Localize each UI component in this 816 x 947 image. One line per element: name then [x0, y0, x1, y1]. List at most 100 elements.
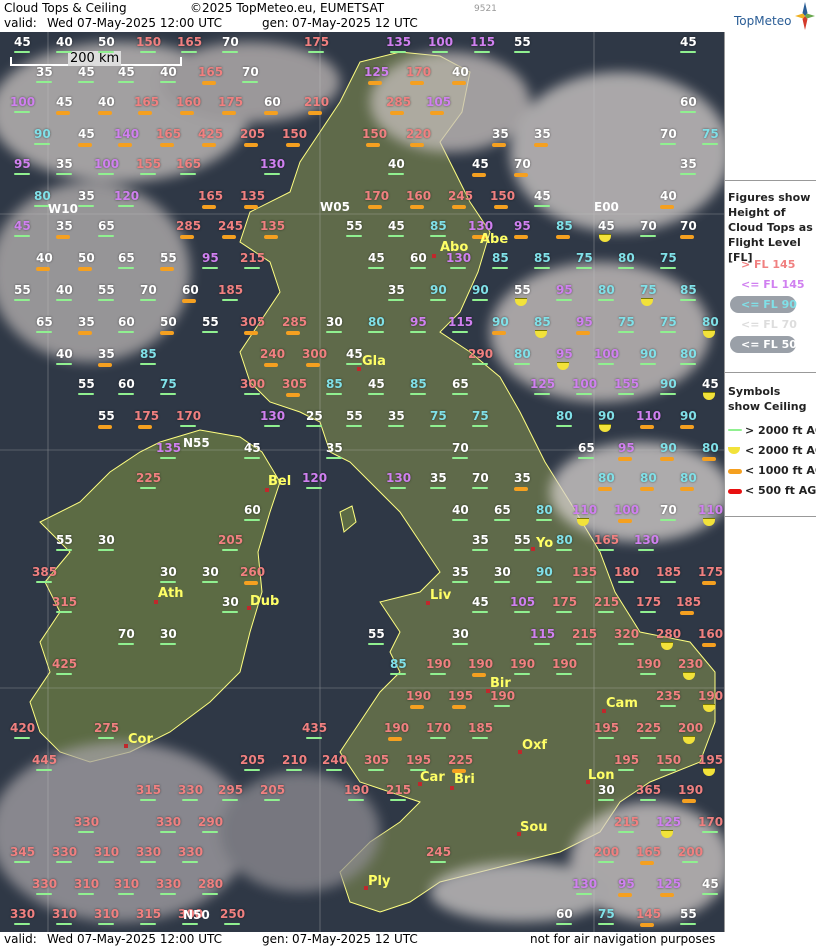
legend-symbol-swatch: [728, 447, 740, 454]
cloud-top-label: 190: [698, 689, 724, 703]
cloud-top-label: 40: [98, 95, 115, 109]
ceiling-symbol-over-2000: [98, 299, 114, 301]
ceiling-symbol-over-2000: [326, 331, 342, 333]
cloud-top-label: 55: [368, 627, 385, 641]
cloud-top-label: 110: [698, 503, 724, 517]
ceiling-symbol-over-2000: [598, 799, 614, 801]
cloud-top-label: 145: [636, 907, 662, 921]
cloud-top-label: 75: [472, 409, 489, 423]
cloud-top-label: 100: [94, 157, 120, 171]
header-bar: Cloud Tops & Ceiling ©2025 TopMeteo.eu, …: [0, 0, 724, 32]
city-label[interactable]: Bri: [454, 772, 475, 787]
ceiling-symbol-under-1000: [365, 143, 380, 147]
cloud-top-label: 75: [598, 907, 615, 921]
cloud-top-label: 35: [452, 565, 469, 579]
ceiling-symbol-over-2000: [473, 51, 490, 53]
ceiling-symbol-over-2000: [617, 581, 634, 583]
ceiling-symbol-over-2000: [55, 673, 72, 675]
city-label[interactable]: Cor: [128, 732, 153, 747]
city-label[interactable]: Gla: [362, 354, 386, 369]
city-label[interactable]: Ply: [368, 874, 390, 889]
ceiling-symbol-over-2000: [35, 769, 52, 771]
city-label[interactable]: Bir: [490, 676, 511, 691]
cloud-top-label: 95: [514, 219, 531, 233]
cloud-top-label: 330: [136, 845, 162, 859]
ceiling-symbol-under-1000: [263, 363, 278, 367]
city-label[interactable]: Dub: [250, 594, 279, 609]
cloud-top-label: 65: [494, 503, 511, 517]
cloud-top-label: 245: [448, 189, 474, 203]
cloud-top-label: 200: [594, 845, 620, 859]
ceiling-symbol-over-2000: [660, 331, 676, 333]
cloud-top-label: 40: [452, 503, 469, 517]
cloud-top-label: 330: [156, 815, 182, 829]
cloud-top-label: 80: [680, 471, 697, 485]
ceiling-symbol-over-2000: [367, 769, 384, 771]
ceiling-symbol-over-2000: [701, 831, 718, 833]
cloud-top-label: 165: [156, 127, 182, 141]
satellite-map[interactable]: 200 km 45 40 50 150 165 70 175 135 100 115 55 45 35 4…: [0, 32, 724, 932]
ceiling-symbol-over-2000: [346, 235, 362, 237]
cloud-top-label: 110: [572, 503, 598, 517]
cloud-top-label: 85: [410, 377, 427, 391]
city-label[interactable]: Cam: [606, 696, 638, 711]
cloud-top-label: 260: [240, 565, 266, 579]
city-label[interactable]: Oxf: [522, 738, 547, 753]
city-label[interactable]: Abo: [440, 240, 468, 255]
ceiling-symbol-over-2000: [597, 549, 614, 551]
ceiling-symbol-over-2000: [660, 393, 676, 395]
ceiling-symbol-under-1000: [639, 861, 654, 865]
ceiling-symbol-over-2000: [451, 331, 468, 333]
ceiling-symbol-over-2000: [555, 673, 572, 675]
ceiling-symbol-over-2000: [597, 611, 614, 613]
city-label[interactable]: Liv: [430, 588, 451, 603]
cloud-top-label: 210: [282, 753, 308, 767]
cloud-top-label: 120: [114, 189, 140, 203]
cloud-top-label: 70: [660, 127, 677, 141]
cloud-top-label: 30: [160, 627, 177, 641]
cloud-top-label: 105: [510, 595, 536, 609]
cloud-top-label: 90: [430, 283, 447, 297]
ceiling-symbol-over-2000: [56, 549, 72, 551]
cloud-top-label: 190: [678, 783, 704, 797]
cloud-top-label: 55: [514, 533, 531, 547]
ceiling-symbol-under-1000: [681, 799, 696, 803]
city-label[interactable]: Yo: [536, 536, 553, 551]
cloud-top-label: 85: [680, 283, 697, 297]
cloud-top-label: 55: [514, 283, 531, 297]
ceiling-symbol-over-2000: [159, 893, 176, 895]
ceiling-symbol-over-2000: [514, 51, 530, 53]
valid-label: valid:: [4, 16, 37, 30]
ceiling-symbol-under-1000: [307, 111, 322, 115]
ceiling-symbol-over-2000: [513, 673, 530, 675]
cloud-top-label: 235: [656, 689, 682, 703]
ceiling-symbol-under-1000: [159, 143, 174, 147]
cloud-top-label: 35: [78, 189, 95, 203]
city-label[interactable]: Abe: [480, 232, 508, 247]
city-label[interactable]: Lon: [588, 768, 614, 783]
ceiling-symbol-over-2000: [388, 235, 404, 237]
cloud-top-label: 155: [136, 157, 162, 171]
cloud-top-label: 230: [678, 657, 704, 671]
cloud-top-label: 215: [594, 595, 620, 609]
city-label[interactable]: Bel: [268, 474, 291, 489]
cloud-top-label: 70: [242, 65, 259, 79]
city-label[interactable]: Sou: [520, 820, 548, 835]
city-label[interactable]: Ath: [158, 586, 184, 601]
cloud-top-label: 135: [386, 35, 412, 49]
image-code: 9521: [474, 4, 497, 14]
ceiling-symbol-over-2000: [243, 769, 260, 771]
cloud-top-label: 95: [556, 283, 573, 297]
cloud-top-label: 195: [698, 753, 724, 767]
city-label[interactable]: Car: [420, 770, 445, 785]
ceiling-symbol-over-2000: [575, 393, 592, 395]
cloud-top-label: 195: [406, 753, 432, 767]
cloud-top-label: 425: [198, 127, 224, 141]
cloud-top-label: 70: [452, 441, 469, 455]
topmeteo-logo[interactable]: TopMeteo: [724, 0, 816, 32]
ceiling-symbol-over-2000: [55, 861, 72, 863]
cloud-top-label: 80: [680, 347, 697, 361]
ceiling-symbol-under-1000: [660, 457, 674, 461]
cloud-top-label: 45: [78, 127, 95, 141]
cloud-top-label: 30: [222, 595, 239, 609]
